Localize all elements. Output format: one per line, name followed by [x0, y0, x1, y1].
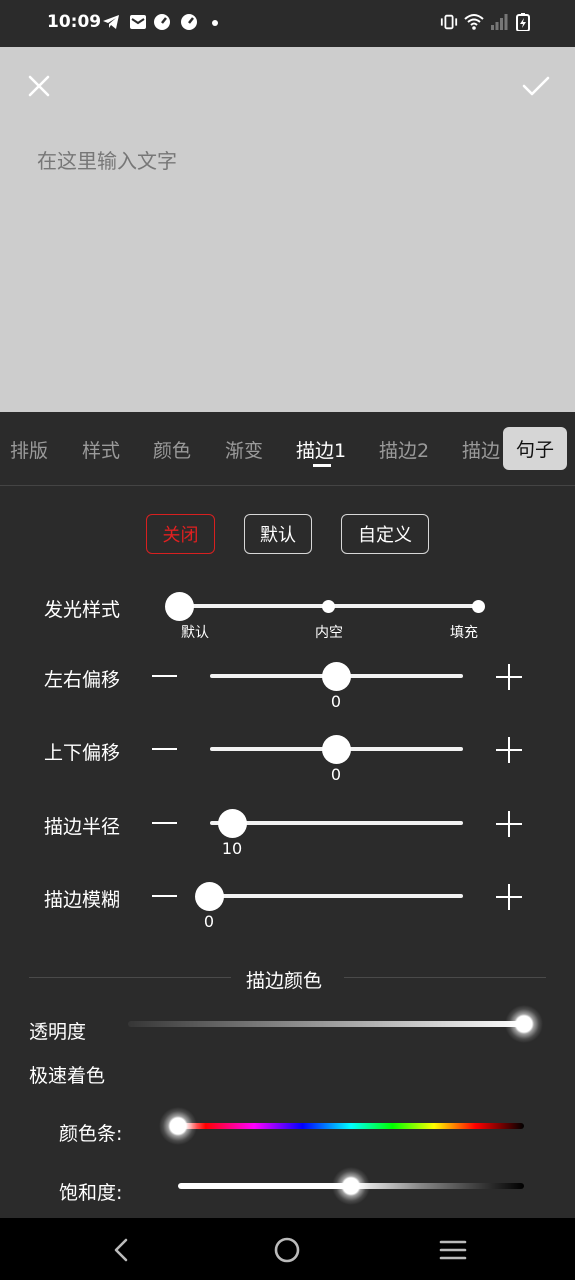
hue-track[interactable]	[178, 1123, 524, 1129]
offset-y-knob[interactable]	[322, 735, 351, 764]
status-time: 10:09	[47, 12, 102, 32]
speedometer-icon	[154, 14, 170, 30]
stroke-blur-track[interactable]	[210, 894, 463, 898]
tab-layout[interactable]: 排版	[10, 436, 48, 463]
offset-x-knob[interactable]	[322, 662, 351, 691]
quick-color-label: 极速着色	[29, 1065, 106, 1087]
glow-option-fill[interactable]: 填充	[434, 622, 494, 642]
glow-option-hollow[interactable]: 内空	[299, 622, 359, 642]
sentence-button[interactable]: 句子	[503, 427, 567, 470]
back-icon[interactable]	[110, 1238, 132, 1262]
tab-style[interactable]: 样式	[82, 436, 120, 463]
style-tab-bar: 排版 样式 颜色 渐变 描边1 描边2 描边 句子	[0, 412, 575, 486]
speedometer-icon	[181, 14, 197, 30]
section-divider-left	[29, 977, 231, 978]
saturation-label: 饱和度:	[59, 1182, 123, 1204]
stroke-default-button[interactable]: 默认	[244, 514, 312, 554]
stroke-blur-plus-button[interactable]	[496, 884, 522, 910]
telegram-icon	[103, 15, 119, 29]
glow-style-label: 发光样式	[44, 599, 121, 621]
stroke-custom-button[interactable]: 自定义	[341, 514, 429, 554]
dot-icon	[212, 20, 218, 26]
close-icon[interactable]	[28, 75, 50, 97]
stroke-blur-minus-button[interactable]	[152, 895, 177, 897]
offset-x-value: 0	[330, 692, 342, 711]
active-tab-indicator	[313, 464, 331, 467]
signal-icon	[491, 14, 508, 30]
home-icon[interactable]	[274, 1237, 300, 1263]
opacity-label: 透明度	[29, 1021, 87, 1043]
offset-x-plus-button[interactable]	[496, 664, 522, 690]
section-divider-right	[344, 977, 546, 978]
stroke-blur-label: 描边模糊	[44, 889, 121, 911]
offset-y-plus-button[interactable]	[496, 737, 522, 763]
saturation-knob[interactable]	[332, 1167, 370, 1205]
stroke-blur-knob[interactable]	[195, 882, 224, 911]
glow-style-knob[interactable]	[165, 592, 194, 621]
stroke-blur-value: 0	[203, 912, 215, 931]
glow-option-default[interactable]: 默认	[165, 622, 225, 642]
stroke-radius-track[interactable]	[210, 821, 463, 825]
glow-style-stop[interactable]	[322, 600, 335, 613]
offset-y-label: 上下偏移	[44, 742, 121, 764]
tab-stroke-3[interactable]: 描边	[462, 436, 502, 463]
tab-stroke-2[interactable]: 描边2	[379, 436, 429, 463]
check-icon[interactable]	[522, 75, 550, 97]
hue-knob[interactable]	[159, 1107, 197, 1145]
battery-charging-icon	[516, 13, 530, 31]
stroke-radius-minus-button[interactable]	[152, 822, 177, 824]
offset-y-minus-button[interactable]	[152, 748, 177, 750]
glow-style-stop[interactable]	[472, 600, 485, 613]
system-nav-bar	[0, 1218, 575, 1280]
tab-color[interactable]: 颜色	[153, 436, 191, 463]
mail-icon	[130, 15, 146, 29]
tab-gradient[interactable]: 渐变	[225, 436, 263, 463]
text-input-placeholder[interactable]: 在这里输入文字	[37, 145, 177, 174]
tab-stroke-1[interactable]: 描边1	[296, 436, 346, 463]
status-bar: 10:09	[0, 0, 575, 47]
stroke-color-section-title: 描边颜色	[246, 970, 323, 992]
menu-icon[interactable]	[439, 1239, 467, 1261]
vibrate-icon	[440, 14, 458, 30]
offset-y-value: 0	[330, 765, 342, 784]
hue-label: 颜色条:	[59, 1123, 123, 1145]
stroke-radius-value: 10	[221, 839, 243, 858]
wifi-icon	[464, 14, 484, 30]
opacity-knob[interactable]	[505, 1005, 543, 1043]
opacity-track[interactable]	[128, 1021, 524, 1027]
offset-x-label: 左右偏移	[44, 669, 121, 691]
stroke-off-button[interactable]: 关闭	[146, 514, 215, 554]
stroke-radius-plus-button[interactable]	[496, 811, 522, 837]
offset-x-minus-button[interactable]	[152, 675, 177, 677]
text-editor-area[interactable]: 在这里输入文字	[0, 47, 575, 412]
stroke-radius-label: 描边半径	[44, 816, 121, 838]
stroke-radius-knob[interactable]	[218, 809, 247, 838]
